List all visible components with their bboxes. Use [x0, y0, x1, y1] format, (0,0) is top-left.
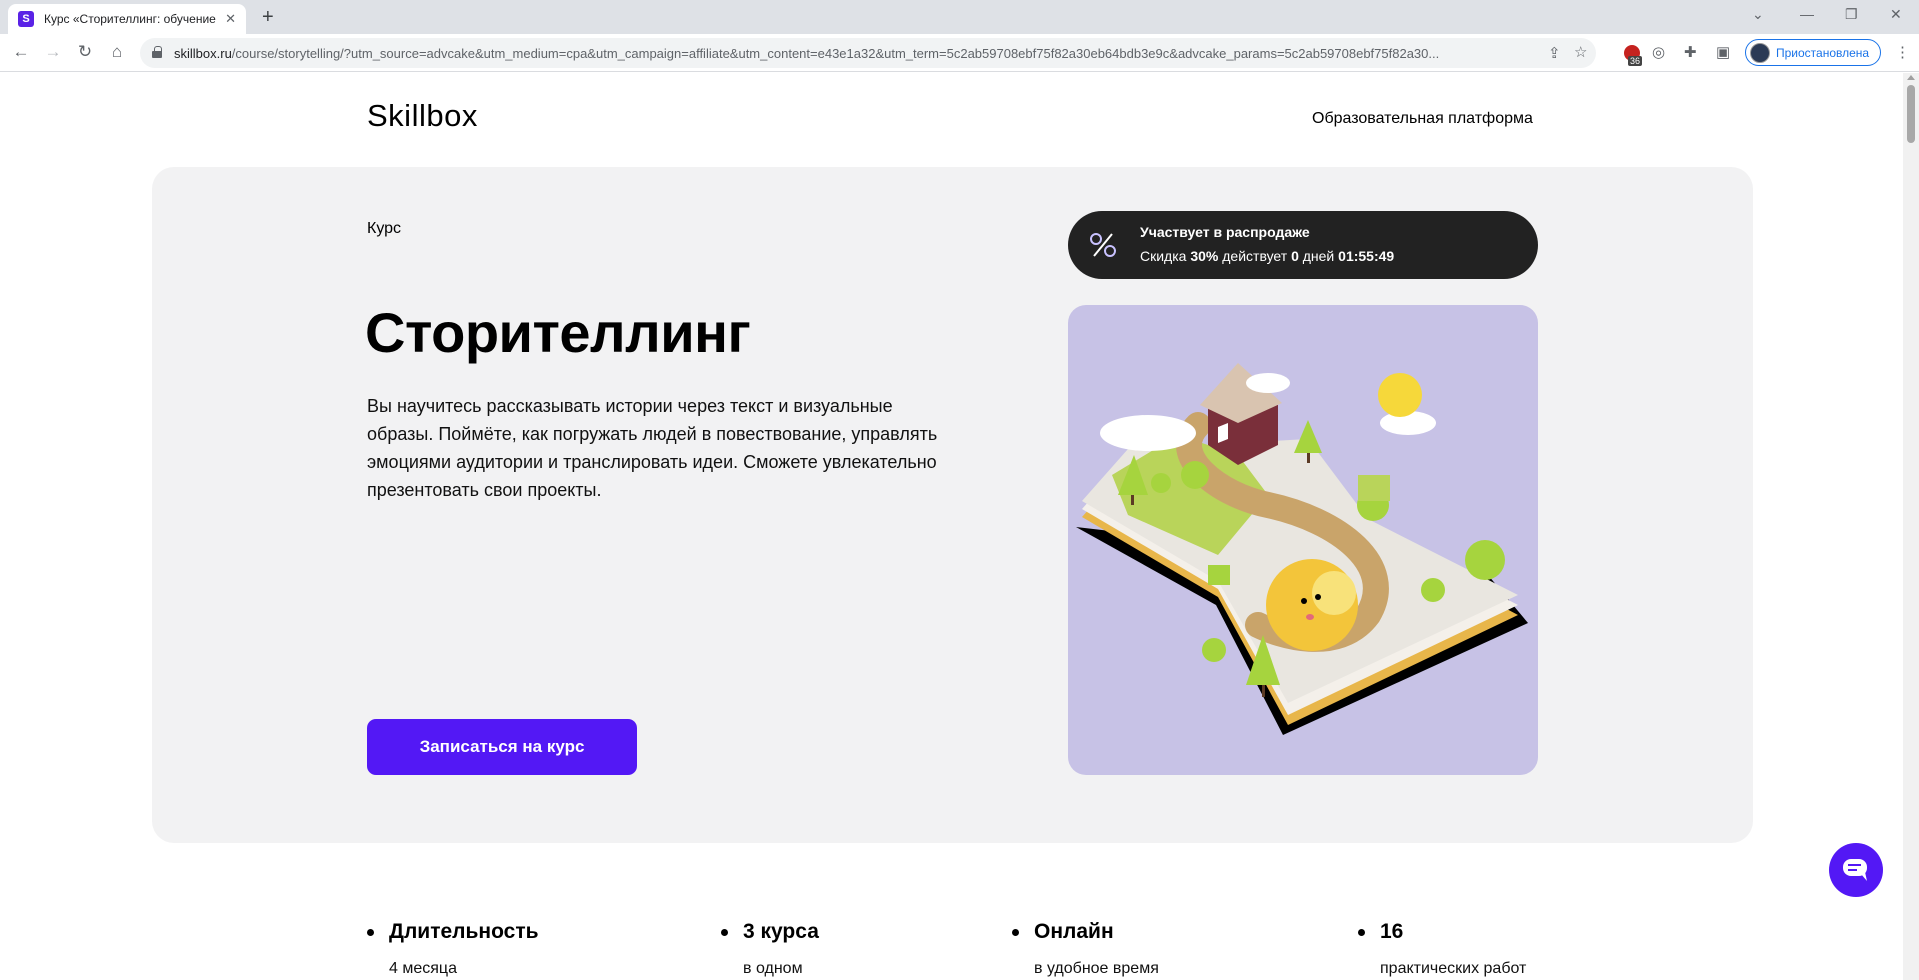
close-tab-icon[interactable]: ✕	[225, 11, 236, 27]
browser-tab[interactable]: S Курс «Сторителлинг: обучение ✕	[8, 4, 246, 34]
fact-subtitle: практических работ	[1380, 960, 1527, 977]
scroll-thumb[interactable]	[1907, 85, 1915, 143]
bullet-icon	[367, 929, 374, 936]
fact-subtitle: в удобное время	[1034, 960, 1159, 977]
url-text: skillbox.ru/course/storytelling/?utm_sou…	[174, 45, 1440, 61]
fact-title: 16	[1380, 920, 1404, 943]
fact-subtitle: в одном	[743, 960, 803, 977]
sale-title: Участвует в распродаже	[1140, 224, 1310, 240]
bullet-icon	[721, 929, 728, 936]
sale-countdown: Скидка 30% действует 0 дней 01:55:49	[1140, 248, 1395, 264]
fact-subtitle: 4 месяца	[389, 960, 457, 977]
avatar	[1750, 42, 1770, 63]
tab-search-icon[interactable]: ⌄	[1752, 6, 1764, 23]
storybook-illustration	[1076, 363, 1528, 735]
bullet-icon	[1012, 929, 1019, 936]
profile-button[interactable]: Приостановлена	[1745, 39, 1881, 66]
back-icon[interactable]: ←	[10, 42, 32, 62]
fact-title: 3 курса	[743, 920, 819, 943]
fact-title: Длительность	[389, 920, 539, 943]
bullet-icon	[1358, 929, 1365, 936]
scroll-up-arrow-icon[interactable]	[1907, 75, 1915, 80]
browser-menu-icon[interactable]: ⋮	[1895, 43, 1910, 61]
extensions-puzzle-icon[interactable]: ✚	[1684, 43, 1697, 61]
tab-title: Курс «Сторителлинг: обучение	[44, 12, 216, 26]
platform-link[interactable]: Образовательная платформа	[1312, 110, 1533, 128]
page-scrollbar[interactable]	[1903, 73, 1919, 980]
fact-title: Онлайн	[1034, 920, 1114, 943]
address-bar[interactable]: skillbox.ru/course/storytelling/?utm_sou…	[140, 38, 1596, 68]
new-tab-button[interactable]: +	[262, 6, 274, 29]
chat-widget-button[interactable]	[1829, 843, 1883, 897]
skillbox-favicon-icon: S	[18, 11, 34, 27]
home-icon[interactable]: ⌂	[106, 42, 128, 62]
bookmark-star-icon[interactable]: ☆	[1574, 43, 1587, 61]
minimize-window-icon[interactable]: —	[1800, 6, 1814, 22]
percent-icon	[1090, 233, 1116, 257]
page-title: Сторителлинг	[365, 301, 751, 364]
chat-icon	[1843, 859, 1867, 881]
forward-icon[interactable]: →	[42, 42, 64, 62]
share-icon[interactable]: ⇪	[1548, 44, 1561, 62]
course-description: Вы научитесь рассказывать истории через …	[367, 396, 938, 500]
profile-status-label: Приостановлена	[1776, 45, 1870, 60]
course-facts: Длительность 4 месяца 3 курса в одном Он…	[0, 920, 1919, 980]
course-label: Курс	[367, 220, 402, 237]
enroll-button[interactable]: Записаться на курс	[367, 719, 637, 775]
lock-icon	[152, 46, 162, 58]
browser-tabbar: S Курс «Сторителлинг: обучение ✕ + ⌄ — ❐…	[0, 0, 1919, 34]
side-panel-icon[interactable]: ▣	[1716, 43, 1730, 61]
restore-window-icon[interactable]: ❐	[1845, 6, 1858, 23]
course-illustration	[1068, 305, 1538, 775]
reload-icon[interactable]: ↻	[74, 42, 96, 62]
sale-badge: Участвует в распродаже Скидка 30% действ…	[1068, 211, 1538, 279]
skillbox-logo[interactable]: Skillbox	[367, 98, 478, 134]
close-window-icon[interactable]: ✕	[1890, 6, 1902, 23]
extension-icon[interactable]: ◎	[1652, 43, 1665, 61]
extension-count-badge: 36	[1628, 56, 1643, 66]
